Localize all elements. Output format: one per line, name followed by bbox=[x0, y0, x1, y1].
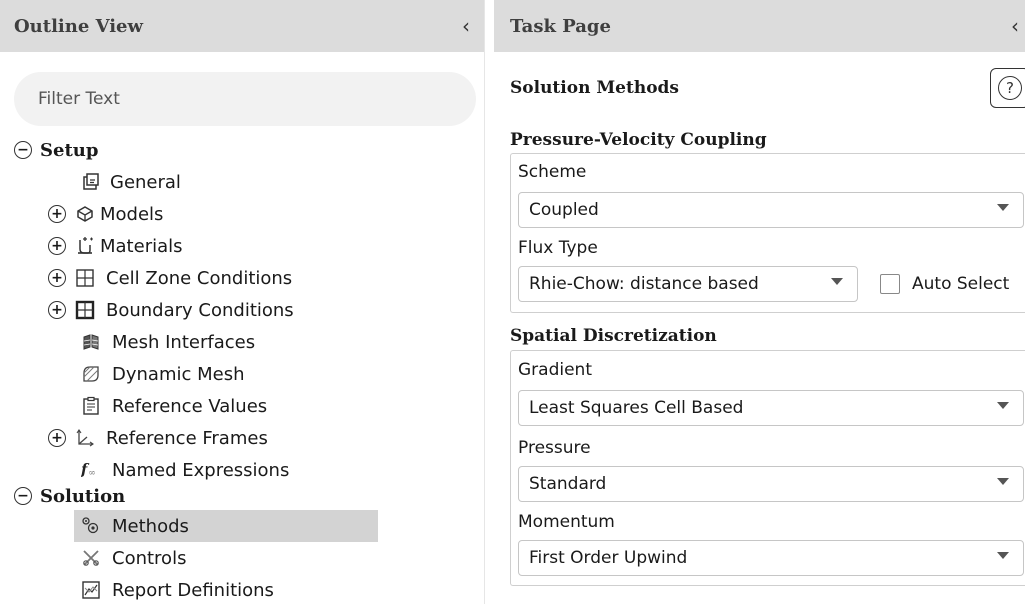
controls-icon bbox=[80, 547, 102, 569]
tree-item-methods[interactable]: Methods bbox=[80, 510, 189, 542]
momentum-label: Momentum bbox=[518, 512, 615, 532]
auto-select-label: Auto Select bbox=[912, 274, 1010, 294]
tree-item-cell-zone-conditions[interactable]: + Cell Zone Conditions bbox=[48, 262, 292, 294]
tree-item-setup[interactable]: − Setup bbox=[14, 134, 98, 166]
chevron-down-icon bbox=[997, 552, 1009, 559]
tree-item-label: Mesh Interfaces bbox=[112, 331, 256, 353]
expand-materials-toggle[interactable]: + bbox=[48, 237, 66, 255]
tree-item-label: Cell Zone Conditions bbox=[106, 267, 293, 289]
tree-item-label: Dynamic Mesh bbox=[112, 363, 245, 385]
boundary-icon bbox=[74, 299, 96, 321]
tree-item-label: Solution bbox=[40, 485, 126, 507]
collapse-solution-toggle[interactable]: − bbox=[14, 487, 32, 505]
dynamic-mesh-icon bbox=[80, 363, 102, 385]
scheme-label: Scheme bbox=[518, 162, 587, 182]
reference-frames-icon bbox=[74, 427, 96, 449]
help-icon: ? bbox=[998, 76, 1022, 100]
expand-cell-zone-toggle[interactable]: + bbox=[48, 269, 66, 287]
expand-models-toggle[interactable]: + bbox=[48, 205, 66, 223]
tree-item-general[interactable]: General bbox=[80, 166, 181, 198]
tree-item-label: Controls bbox=[112, 547, 187, 569]
reference-values-icon bbox=[80, 395, 102, 417]
svg-text:∞: ∞ bbox=[88, 468, 96, 478]
models-icon bbox=[74, 203, 96, 225]
gradient-value: Least Squares Cell Based bbox=[529, 398, 744, 418]
tree-item-materials[interactable]: + Materials bbox=[48, 230, 183, 262]
solution-methods-heading: Solution Methods bbox=[510, 78, 680, 98]
tree-item-label: Methods bbox=[112, 515, 189, 537]
tree-item-label: Named Expressions bbox=[112, 459, 290, 481]
tree-item-solution[interactable]: − Solution bbox=[14, 480, 125, 512]
materials-icon bbox=[74, 235, 96, 257]
methods-icon bbox=[80, 515, 102, 537]
tree-item-label: Reference Frames bbox=[106, 427, 268, 449]
filter-text-field[interactable] bbox=[14, 72, 476, 126]
pressure-label: Pressure bbox=[518, 438, 591, 458]
task-page-panel: Task Page ‹ Solution Methods ? Pressure-… bbox=[494, 0, 1025, 604]
spatial-discretization-heading: Spatial Discretization bbox=[510, 326, 717, 346]
tree-item-label: Boundary Conditions bbox=[106, 299, 294, 321]
chevron-down-icon bbox=[997, 478, 1009, 485]
tree-item-reference-values[interactable]: Reference Values bbox=[80, 390, 267, 422]
outline-view-header: Outline View ‹ bbox=[0, 0, 484, 52]
gradient-dropdown[interactable]: Least Squares Cell Based bbox=[518, 390, 1024, 426]
outline-view-panel: Outline View ‹ − Setup General + Models … bbox=[0, 0, 484, 604]
chevron-down-icon bbox=[997, 204, 1009, 211]
tree-item-reference-frames[interactable]: + Reference Frames bbox=[48, 422, 268, 454]
tree-item-dynamic-mesh[interactable]: Dynamic Mesh bbox=[80, 358, 245, 390]
collapse-setup-toggle[interactable]: − bbox=[14, 141, 32, 159]
general-icon bbox=[80, 171, 102, 193]
chevron-down-icon bbox=[831, 278, 843, 285]
flux-type-value: Rhie-Chow: distance based bbox=[529, 274, 759, 294]
pressure-dropdown[interactable]: Standard bbox=[518, 466, 1024, 502]
flux-type-dropdown[interactable]: Rhie-Chow: distance based bbox=[518, 266, 858, 302]
tree-item-label: Models bbox=[100, 203, 164, 225]
tree-item-label: Report Definitions bbox=[112, 579, 274, 601]
flux-type-label: Flux Type bbox=[518, 238, 598, 258]
cell-zone-icon bbox=[74, 267, 96, 289]
mesh-interfaces-icon bbox=[80, 331, 102, 353]
tree-item-label: Setup bbox=[40, 139, 99, 161]
tree-item-mesh-interfaces[interactable]: Mesh Interfaces bbox=[80, 326, 255, 358]
tree-item-report-definitions[interactable]: Report Definitions bbox=[80, 574, 274, 604]
task-page-header: Task Page ‹ bbox=[494, 0, 1025, 52]
momentum-dropdown[interactable]: First Order Upwind bbox=[518, 540, 1024, 576]
scheme-value: Coupled bbox=[529, 200, 599, 220]
collapse-task-button[interactable]: ‹ bbox=[1011, 14, 1019, 38]
pressure-velocity-coupling-heading: Pressure-Velocity Coupling bbox=[510, 130, 767, 150]
expand-boundary-toggle[interactable]: + bbox=[48, 301, 66, 319]
task-page-title: Task Page bbox=[510, 15, 611, 37]
momentum-value: First Order Upwind bbox=[529, 548, 688, 568]
expand-reference-frames-toggle[interactable]: + bbox=[48, 429, 66, 447]
gradient-label: Gradient bbox=[518, 360, 592, 380]
filter-text-input[interactable] bbox=[14, 72, 476, 126]
scheme-dropdown[interactable]: Coupled bbox=[518, 192, 1024, 228]
report-definitions-icon bbox=[80, 579, 102, 601]
tree-item-label: Reference Values bbox=[112, 395, 268, 417]
collapse-outline-button[interactable]: ‹ bbox=[462, 14, 470, 38]
tree-item-models[interactable]: + Models bbox=[48, 198, 163, 230]
outline-view-title: Outline View bbox=[14, 15, 143, 37]
tree-item-boundary-conditions[interactable]: + Boundary Conditions bbox=[48, 294, 294, 326]
chevron-down-icon bbox=[997, 402, 1009, 409]
tree-item-label: Materials bbox=[100, 235, 183, 257]
tree-item-label: General bbox=[110, 171, 181, 193]
help-button[interactable]: ? bbox=[990, 68, 1025, 108]
panel-divider[interactable] bbox=[484, 0, 494, 604]
pressure-value: Standard bbox=[529, 474, 607, 494]
auto-select-checkbox[interactable] bbox=[880, 274, 900, 294]
tree-item-controls[interactable]: Controls bbox=[80, 542, 186, 574]
function-icon: f ∞ bbox=[80, 459, 102, 481]
